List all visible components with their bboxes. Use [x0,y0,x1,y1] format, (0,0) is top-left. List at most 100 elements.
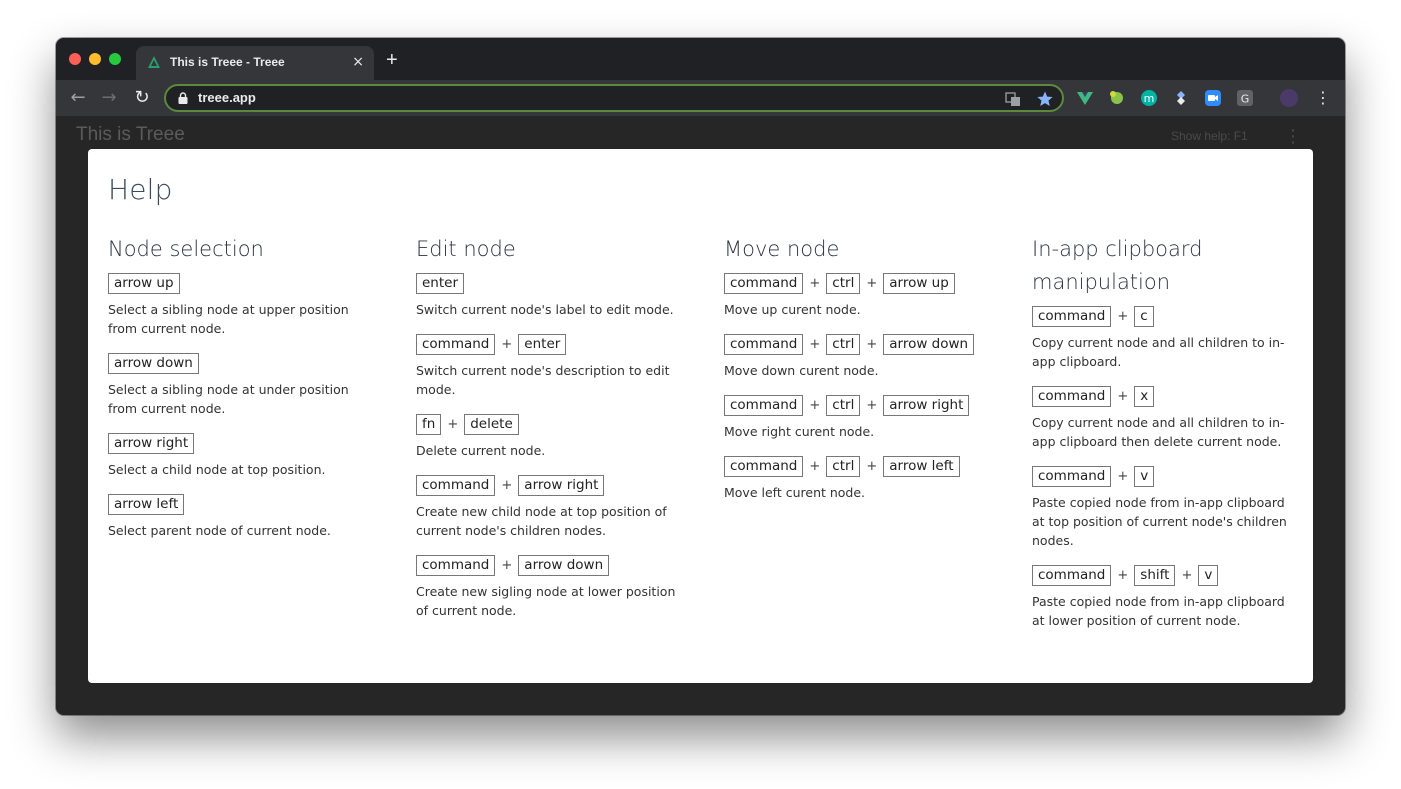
shortcut-description: Select parent node of current node. [108,523,331,538]
keyboard-key: arrow left [108,493,185,515]
shortcut-entry: enter Switch current node's label to edit… [416,272,681,319]
puzzle-extension-icon[interactable] [1108,89,1126,107]
forward-arrow-icon[interactable]: → [98,87,120,109]
shortcut-entry: command + c Copy current node and all child… [1032,305,1297,371]
keyboard-key: enter [518,333,567,355]
shortcut-entry: command + arrow down Create new sigling nod… [416,554,681,620]
shortcut-entry: command + arrow right Create new child node… [416,474,681,540]
plus-sign: + [809,458,821,474]
shortcut-entry: arrow down Select a sibling node at under… [108,352,358,418]
dropbox-extension-icon[interactable] [1172,89,1190,107]
keyboard-key: command [1032,305,1112,327]
shortcut-description: Paste copied node from in-app clipboard … [1032,495,1287,548]
zoom-extension-icon[interactable] [1204,89,1222,107]
address-bar[interactable]: treee.app [164,84,1064,112]
plus-sign: + [501,557,513,573]
plus-sign: + [501,477,513,493]
plus-sign: + [1181,567,1193,583]
keyboard-key: command [416,554,496,576]
shortcut-description: Select a sibling node at under position … [108,382,349,416]
help-title: Help [108,173,173,206]
help-column: In-app clipboard manipulation command + c Co… [1032,233,1297,644]
shortcut-keys: command + arrow right [416,474,681,496]
keyboard-key: arrow up [883,272,955,294]
lock-icon [178,92,188,104]
shortcut-description: Delete current node. [416,443,546,458]
plus-sign: + [1117,567,1129,583]
keyboard-key: delete [464,413,519,435]
plus-sign: + [447,416,459,432]
shortcut-entry: command + v Paste copied node from in-app c… [1032,465,1297,550]
profile-avatar-icon[interactable] [1280,89,1298,107]
shortcut-keys: command + arrow down [416,554,681,576]
shortcut-keys: arrow left [108,493,358,515]
plus-sign: + [866,458,878,474]
keyboard-key: v [1198,564,1219,586]
reload-icon[interactable]: ↻ [131,87,153,109]
shortcut-keys: command + enter [416,333,681,355]
keyboard-key: arrow right [518,474,605,496]
plus-sign: + [1117,308,1129,324]
app-background: This is Treee Show help: F1 ⋮ Help Node … [56,116,1345,715]
keyboard-key: command [724,272,804,294]
translate-icon[interactable] [1004,90,1022,108]
keyboard-key: ctrl [826,455,861,477]
shortcut-description: Copy current node and all children to in… [1032,415,1285,449]
keyboard-key: arrow up [108,272,180,294]
shortcut-entry: command + ctrl + arrow left Move left curent … [724,455,989,502]
keyboard-key: command [1032,564,1112,586]
minimize-window-button[interactable] [89,53,101,65]
keyboard-key: shift [1134,564,1176,586]
maximize-window-button[interactable] [109,53,121,65]
keyboard-key: command [416,474,496,496]
url-text[interactable]: treee.app [198,90,256,105]
help-column: Move node command + ctrl + arrow up Move up cu… [724,233,989,516]
new-tab-button[interactable]: + [386,50,398,70]
keyboard-key: command [1032,385,1112,407]
plus-sign: + [866,336,878,352]
shortcut-description: Create new child node at top position of… [416,504,667,538]
keyboard-key: enter [416,272,465,294]
app-title: This is Treee [76,124,185,145]
back-arrow-icon[interactable]: ← [67,87,89,109]
shortcut-description: Move right curent node. [724,424,875,439]
keyboard-key: arrow down [518,554,610,576]
shortcut-description: Select a child node at top position. [108,462,326,477]
app-menu-icon[interactable]: ⋮ [1284,126,1302,147]
plus-sign: + [866,275,878,291]
keyboard-key: arrow down [883,333,975,355]
shortcut-description: Select a sibling node at upper position … [108,302,349,336]
help-column: Edit node enter Switch current node's labe… [416,233,681,634]
shortcut-description: Switch current node's description to edi… [416,363,670,397]
plus-sign: + [866,397,878,413]
plus-sign: + [501,336,513,352]
close-window-button[interactable] [69,53,81,65]
svg-text:G: G [1241,93,1250,106]
m-extension-icon[interactable]: m [1140,89,1158,107]
browser-menu-icon[interactable]: ⋮ [1312,87,1334,109]
shortcut-description: Switch current node's label to edit mode… [416,302,674,317]
help-column-heading: Move node [724,237,840,261]
shortcut-description: Paste copied node from in-app clipboard … [1032,594,1285,628]
tab-close-icon[interactable]: × [352,54,364,70]
shortcut-keys: arrow right [108,432,358,454]
treee-logo-icon [148,56,160,68]
help-column: Node selection arrow up Select a sibling n… [108,233,358,554]
help-column-heading: Edit node [416,237,516,261]
shortcut-entry: command + ctrl + arrow down Move down curent … [724,333,989,380]
shortcut-description: Create new sigling node at lower positio… [416,584,676,618]
shortcut-entry: command + x Copy current node and all child… [1032,385,1297,451]
plus-sign: + [1117,388,1129,404]
grammarly-extension-icon[interactable]: G [1236,89,1254,107]
tab-title: This is Treee - Treee [170,55,285,69]
keyboard-key: ctrl [826,394,861,416]
vue-devtools-icon[interactable] [1076,89,1094,107]
browser-toolbar: ← → ↻ treee.app m G ⋮ [56,80,1345,116]
shortcut-entry: command + ctrl + arrow right Move right curen… [724,394,989,441]
shortcut-keys: arrow up [108,272,358,294]
browser-tab[interactable]: This is Treee - Treee × [136,46,374,80]
shortcut-keys: command + ctrl + arrow right [724,394,989,416]
keyboard-key: ctrl [826,272,861,294]
help-column-heading: Node selection [108,237,264,261]
bookmark-star-icon[interactable] [1036,90,1054,108]
